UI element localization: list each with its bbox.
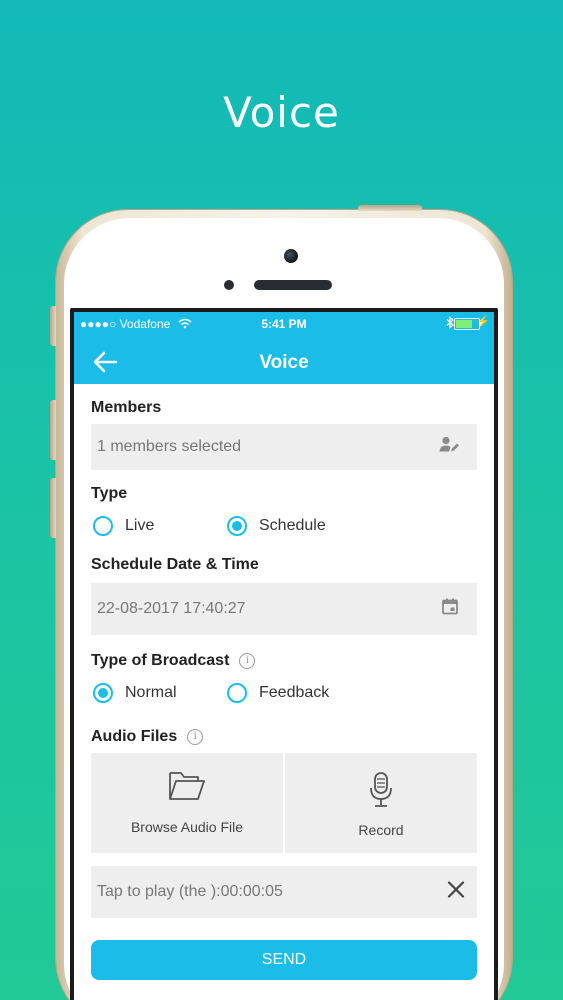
folder-icon [169,772,205,800]
audio-files-label-text: Audio Files [91,728,178,745]
status-bar: ●●●●○ Vodafone 5:41 PM ⚡ [74,312,494,334]
power-button [358,205,422,211]
proximity-sensor [224,280,234,290]
person-edit-icon[interactable] [439,436,459,459]
volume-down-button [50,478,56,538]
browse-audio-button[interactable]: Browse Audio File [91,753,283,853]
live-radio[interactable] [93,516,113,536]
broadcast-radio-group: Normal Feedback [91,683,477,709]
schedule-datetime-field[interactable]: 22-08-2017 17:40:27 [91,583,477,635]
members-label: Members [91,399,162,416]
record-label: Record [358,822,404,838]
info-icon[interactable]: i [239,653,256,669]
type-option-live[interactable]: Live [93,516,154,536]
send-button[interactable]: SEND [91,940,477,980]
playback-text: Tap to play (the ):00:00:05 [97,883,283,900]
type-radio-group: Live Schedule [91,516,477,542]
status-time: 5:41 PM [261,317,307,331]
audio-files-label: Audio Files i [91,728,204,746]
broadcast-option-normal[interactable]: Normal [93,683,177,703]
mute-switch [50,306,56,346]
charging-icon: ⚡ [476,316,490,328]
schedule-radio-label: Schedule [259,517,326,534]
broadcast-option-feedback[interactable]: Feedback [227,683,329,703]
broadcast-label-text: Type of Broadcast [91,652,230,669]
volume-up-button [50,400,56,460]
audio-source-tiles: Browse Audio File Record [91,753,477,853]
feedback-radio[interactable] [227,683,247,703]
voice-form: Members 1 members selected Type Live Sch… [91,384,477,1000]
audio-playback-row[interactable]: Tap to play (the ):00:00:05 [91,866,477,918]
type-label: Type [91,485,128,502]
earpiece-speaker [254,280,332,290]
schedule-radio[interactable] [227,516,247,536]
normal-radio-label: Normal [125,684,177,701]
phone-screen: ●●●●○ Vodafone 5:41 PM ⚡ Voice Members 1… [70,308,498,1000]
hero-title: Voice [223,88,340,137]
microphone-icon [370,772,392,807]
type-option-schedule[interactable]: Schedule [227,516,326,536]
record-button[interactable]: Record [285,753,477,853]
bluetooth-icon [446,316,454,332]
schedule-label: Schedule Date & Time [91,556,259,573]
page-title: Voice [259,352,309,373]
schedule-datetime-value: 22-08-2017 17:40:27 [97,600,246,617]
feedback-radio-label: Feedback [259,684,330,701]
info-icon[interactable]: i [187,729,204,745]
normal-radio[interactable] [93,683,113,703]
browse-audio-label: Browse Audio File [130,819,244,835]
calendar-icon[interactable] [441,598,459,621]
app-bar: ●●●●○ Vodafone 5:41 PM ⚡ Voice [74,312,494,384]
members-value: 1 members selected [97,438,242,455]
battery-level [456,320,472,328]
live-radio-label: Live [125,517,155,534]
close-icon[interactable] [447,881,465,904]
front-camera [284,249,298,263]
broadcast-label: Type of Broadcast i [91,652,256,670]
members-field[interactable]: 1 members selected [91,424,477,470]
